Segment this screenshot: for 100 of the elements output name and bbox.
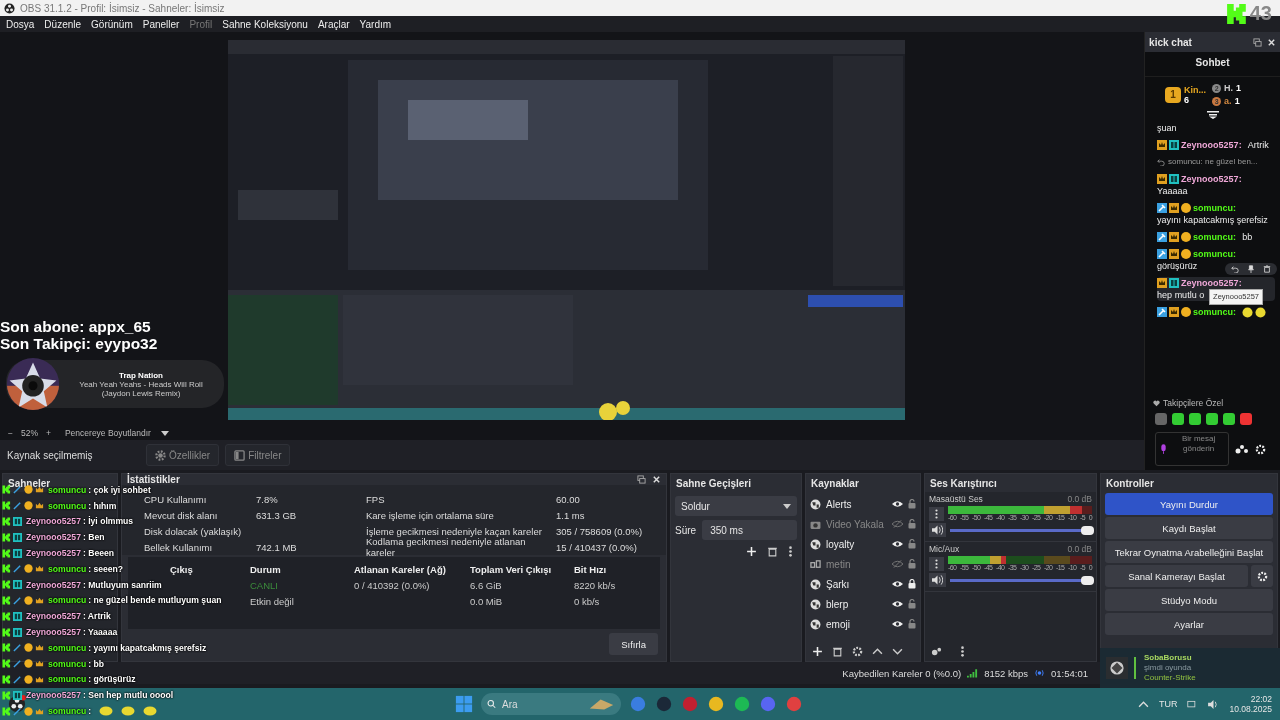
unlocked-icon[interactable] <box>908 619 916 629</box>
more-icon[interactable] <box>788 546 793 557</box>
search-field[interactable]: Ara <box>500 697 584 711</box>
reply-icon[interactable] <box>1231 265 1239 273</box>
source-name[interactable]: blerp <box>826 598 887 610</box>
search-bar[interactable]: Ara <box>481 693 621 715</box>
control-button[interactable]: Ayarlar <box>1105 613 1273 635</box>
trash-icon[interactable] <box>767 546 778 557</box>
chevron-up-icon[interactable] <box>1137 699 1149 709</box>
source-name[interactable]: Şarkı <box>826 578 887 590</box>
undock-icon[interactable] <box>637 475 646 484</box>
unlocked-icon[interactable] <box>908 499 916 509</box>
menu-item[interactable]: Paneller <box>142 18 180 30</box>
emote-icon[interactable] <box>1206 413 1219 425</box>
up-icon[interactable] <box>872 646 883 657</box>
eye-icon[interactable] <box>892 540 903 548</box>
trash-icon[interactable] <box>832 646 843 657</box>
unlocked-icon[interactable] <box>908 539 916 549</box>
message-box[interactable]: Bir mesaj gönderin <box>1155 432 1230 466</box>
username[interactable]: Zeynooo5257: <box>1181 277 1242 289</box>
control-button[interactable]: Tekrar Oynatma Arabelleğini Başlat <box>1105 541 1273 563</box>
source-name[interactable]: Alerts <box>826 498 887 510</box>
network-icon[interactable] <box>1187 699 1199 709</box>
source-name[interactable]: Video Yakala <box>826 518 887 530</box>
taskbar-app-icon[interactable] <box>733 695 751 713</box>
menu-item[interactable]: Düzenle <box>44 18 82 30</box>
stat-value: 1.1 ms <box>556 509 585 521</box>
control-button[interactable]: Sanal Kamerayı Başlat <box>1105 565 1248 587</box>
username[interactable]: Zeynooo5257: <box>1181 139 1242 151</box>
language-indicator[interactable]: TUR <box>1158 699 1178 709</box>
username[interactable]: somuncu: <box>1193 231 1237 243</box>
source-name[interactable]: emoji <box>826 618 887 630</box>
duration-field[interactable]: 350 ms <box>702 520 797 540</box>
more-icon[interactable] <box>929 556 944 571</box>
settings-icon[interactable] <box>852 646 863 657</box>
down-icon[interactable] <box>892 646 903 657</box>
settings-button[interactable] <box>1251 565 1273 587</box>
zoom-out-button[interactable]: − <box>8 428 13 438</box>
control-button[interactable]: Yayını Durdur <box>1105 493 1273 515</box>
emote-icon[interactable] <box>1240 413 1253 425</box>
points-icon[interactable] <box>1235 444 1250 454</box>
close-icon[interactable] <box>652 475 661 484</box>
control-button[interactable]: Stüdyo Modu <box>1105 589 1273 611</box>
speaker-icon[interactable] <box>1208 699 1220 709</box>
transition-dropdown[interactable]: Soldur <box>675 496 797 516</box>
reset-button[interactable]: Sıfırla <box>609 633 658 655</box>
pin-icon[interactable] <box>1247 265 1255 273</box>
source-name[interactable]: metin <box>826 558 887 570</box>
locked-icon[interactable] <box>908 579 916 589</box>
start-icon[interactable] <box>455 695 473 713</box>
toolbar-button[interactable]: Filtreler <box>225 444 291 466</box>
menu-item[interactable]: Görünüm <box>91 18 133 30</box>
volume-slider[interactable] <box>950 578 1092 582</box>
emote-icon[interactable] <box>1172 413 1185 425</box>
menu-item[interactable]: Yardım <box>359 18 392 30</box>
speaker-icon[interactable] <box>929 523 946 537</box>
toolbar-button[interactable]: Özellikler <box>146 444 220 466</box>
eye-icon[interactable] <box>892 580 903 588</box>
unlocked-icon[interactable] <box>908 559 916 569</box>
message-input[interactable]: Bir mesaj gönderin <box>1173 434 1225 464</box>
hidden-eye-icon[interactable] <box>892 560 903 568</box>
taskbar-app-icon[interactable] <box>707 695 725 713</box>
eye-icon[interactable] <box>892 620 903 628</box>
trash-icon[interactable] <box>1263 265 1271 273</box>
username[interactable]: somuncu: <box>1193 248 1237 260</box>
speaker-icon[interactable] <box>929 573 946 587</box>
close-icon[interactable] <box>1267 37 1276 47</box>
source-name[interactable]: loyalty <box>826 538 887 550</box>
emote-icon[interactable] <box>1223 413 1236 425</box>
zoom-in-button[interactable]: + <box>46 428 51 438</box>
chat-username: Zeynooo5257 <box>26 532 81 543</box>
unlocked-icon[interactable] <box>908 519 916 529</box>
collapse-icon[interactable] <box>1206 111 1219 119</box>
undock-icon[interactable] <box>1253 37 1262 47</box>
panel-title: Ses Karıştırıcı <box>930 477 998 489</box>
username[interactable]: Zeynooo5257: <box>1181 173 1242 185</box>
unlocked-icon[interactable] <box>908 599 916 609</box>
menu-item[interactable]: Sahne Koleksiyonu <box>222 18 308 30</box>
kick-icon <box>2 517 11 526</box>
username[interactable]: somuncu: <box>1193 202 1237 214</box>
add-icon[interactable] <box>812 646 823 657</box>
gears-icon[interactable] <box>931 646 942 657</box>
scale-mode-dropdown[interactable]: Pencereye Boyutlandır <box>64 428 169 438</box>
og-badge-icon <box>13 580 22 590</box>
control-button[interactable]: Kaydı Başlat <box>1105 517 1273 539</box>
more-icon[interactable] <box>960 646 965 657</box>
eye-icon[interactable] <box>892 500 903 508</box>
volume-slider[interactable] <box>950 528 1092 532</box>
clock-time[interactable]: 22:02 <box>1250 694 1272 704</box>
hidden-eye-icon[interactable] <box>892 520 903 528</box>
crown-badge-icon <box>1169 249 1180 259</box>
menu-item[interactable]: Araçlar <box>317 18 350 30</box>
more-icon[interactable] <box>929 506 944 521</box>
sword-icon <box>13 706 22 716</box>
username[interactable]: somuncu: <box>1193 306 1237 318</box>
menu-item[interactable]: Dosya <box>6 18 35 30</box>
eye-icon[interactable] <box>892 600 903 608</box>
emote-icon[interactable] <box>1189 413 1202 425</box>
clock-date[interactable]: 10.08.2025 <box>1229 704 1272 714</box>
add-icon[interactable] <box>746 546 757 557</box>
